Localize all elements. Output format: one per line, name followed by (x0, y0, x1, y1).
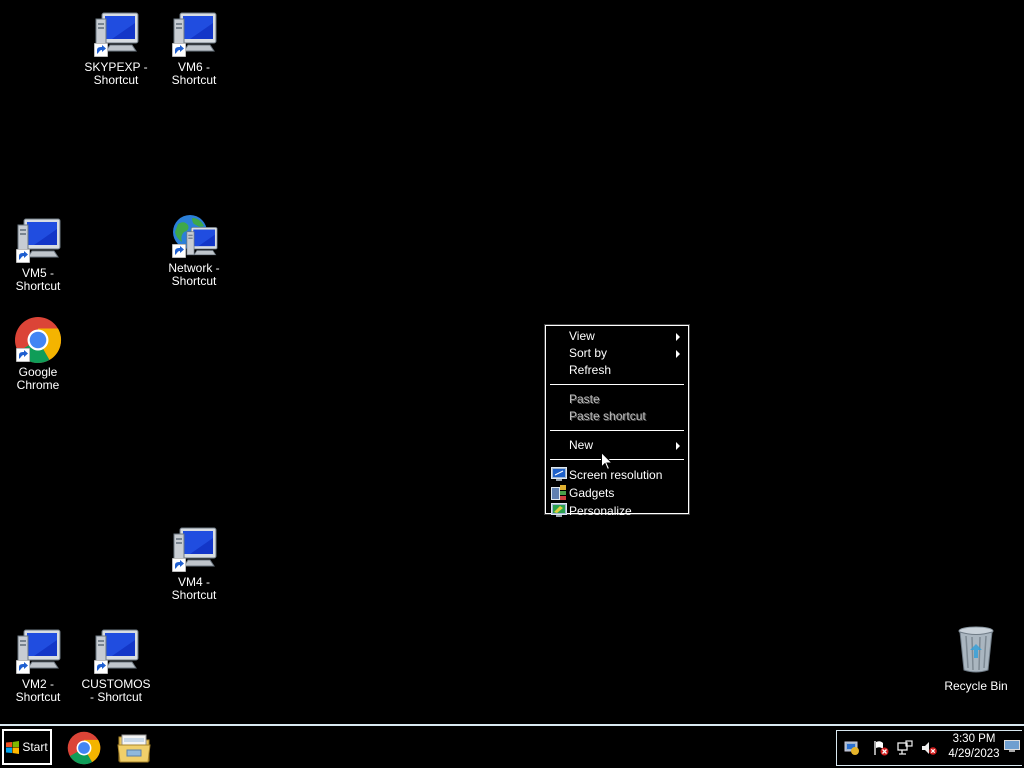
start-label: Start (22, 740, 48, 754)
desktop-icon-label: SKYPEXP - Shortcut (84, 60, 148, 87)
menu-item-view[interactable]: View (548, 328, 686, 345)
shortcut-arrow-icon (16, 249, 30, 263)
menu-item-label: Sort by (569, 346, 608, 360)
desktop-icon-label: Google Chrome (16, 365, 60, 392)
folder-icon (117, 734, 151, 763)
network-icon[interactable] (897, 740, 913, 756)
menu-item-new[interactable]: New (548, 437, 686, 454)
screen-resolution-icon (551, 467, 567, 481)
desktop-icon-label: VM2 - Shortcut (15, 677, 61, 704)
desktop-icon-label: VM6 - Shortcut (171, 60, 217, 87)
recycle-bin-icon (956, 626, 996, 674)
shortcut-arrow-icon (16, 348, 30, 362)
desktop-icon-label: Network - Shortcut (168, 261, 220, 288)
submenu-arrow-icon (676, 350, 680, 358)
volume-muted-icon[interactable] (921, 740, 937, 756)
computer-shortcut-icon (170, 526, 218, 574)
network-status-icon[interactable] (844, 740, 860, 756)
clock-date: 4/29/2023 (948, 748, 1000, 760)
computer-shortcut-icon (92, 628, 140, 676)
taskbar: Start 3:30 PM 4/29/2023 (0, 724, 1024, 768)
menu-item-gadgets[interactable]: Gadgets (548, 484, 686, 502)
chrome-icon (67, 731, 101, 765)
menu-item-paste-shortcut[interactable]: Paste shortcut (548, 408, 686, 425)
menu-item-label: Gadgets (569, 486, 615, 500)
start-button[interactable]: Start (2, 729, 52, 765)
menu-separator (550, 430, 684, 431)
shortcut-arrow-icon (172, 244, 186, 258)
menu-item-sort-by[interactable]: Sort by (548, 345, 686, 362)
menu-item-paste[interactable]: Paste (548, 391, 686, 408)
submenu-arrow-icon (676, 442, 680, 450)
desktop-icon-recycle-bin[interactable]: Recycle Bin (937, 626, 1015, 693)
menu-item-label: Paste shortcut (569, 409, 646, 423)
desktop-icon-label: CUSTOMOS - Shortcut (81, 677, 151, 704)
computer-shortcut-icon (92, 11, 140, 59)
desktop-icon-label: VM5 - Shortcut (15, 266, 61, 293)
mouse-cursor-icon (601, 452, 613, 471)
taskbar-clock[interactable]: 3:30 PM 4/29/2023 (941, 732, 1007, 762)
menu-item-label: View (569, 329, 595, 343)
menu-item-label: Paste (569, 392, 600, 406)
desktop-icon-label: Recycle Bin (944, 679, 1008, 693)
desktop-icon-vm5[interactable]: VM5 - Shortcut (0, 217, 76, 293)
desktop-icon-customos[interactable]: CUSTOMOS - Shortcut (78, 628, 154, 704)
computer-shortcut-icon (14, 217, 62, 265)
menu-item-personalize[interactable]: Personalize (548, 502, 686, 520)
submenu-arrow-icon (676, 333, 680, 341)
computer-shortcut-icon (170, 11, 218, 59)
shortcut-arrow-icon (94, 660, 108, 674)
taskbar-explorer-button[interactable] (116, 731, 152, 765)
menu-item-label: Refresh (569, 363, 612, 377)
menu-separator (550, 459, 684, 460)
menu-item-label: Personalize (569, 504, 632, 518)
menu-separator (550, 384, 684, 385)
action-center-icon[interactable] (873, 740, 889, 756)
personalize-icon (551, 503, 567, 517)
desktop-icon-vm4[interactable]: VM4 - Shortcut (156, 526, 232, 602)
menu-item-label: Screen resolution (569, 468, 663, 482)
desktop-icon-skypexp[interactable]: SKYPEXP - Shortcut (78, 11, 154, 87)
clock-time: 3:30 PM (952, 733, 996, 745)
gadgets-icon (551, 485, 566, 500)
taskbar-chrome-button[interactable] (66, 731, 102, 765)
desktop-icon-google-chrome[interactable]: Google Chrome (0, 316, 76, 392)
chrome-icon (14, 316, 62, 364)
network-shortcut-icon (170, 212, 218, 260)
shortcut-arrow-icon (16, 660, 30, 674)
menu-item-screen-resolution[interactable]: Screen resolution (548, 466, 686, 484)
menu-item-refresh[interactable]: Refresh (548, 362, 686, 379)
windows-logo-icon (6, 740, 20, 754)
shortcut-arrow-icon (94, 43, 108, 57)
menu-item-label: New (569, 438, 594, 452)
shortcut-arrow-icon (172, 43, 186, 57)
desktop-icon-vm2[interactable]: VM2 - Shortcut (0, 628, 76, 704)
desktop-icon-vm6[interactable]: VM6 - Shortcut (156, 11, 232, 87)
computer-shortcut-icon (14, 628, 62, 676)
shortcut-arrow-icon (172, 558, 186, 572)
desktop-context-menu: View Sort by Refresh Paste Paste shortcu… (544, 324, 690, 518)
desktop-icon-network[interactable]: Network - Shortcut (156, 212, 232, 288)
show-desktop-button[interactable] (1004, 740, 1020, 752)
desktop-icon-label: VM4 - Shortcut (171, 575, 217, 602)
